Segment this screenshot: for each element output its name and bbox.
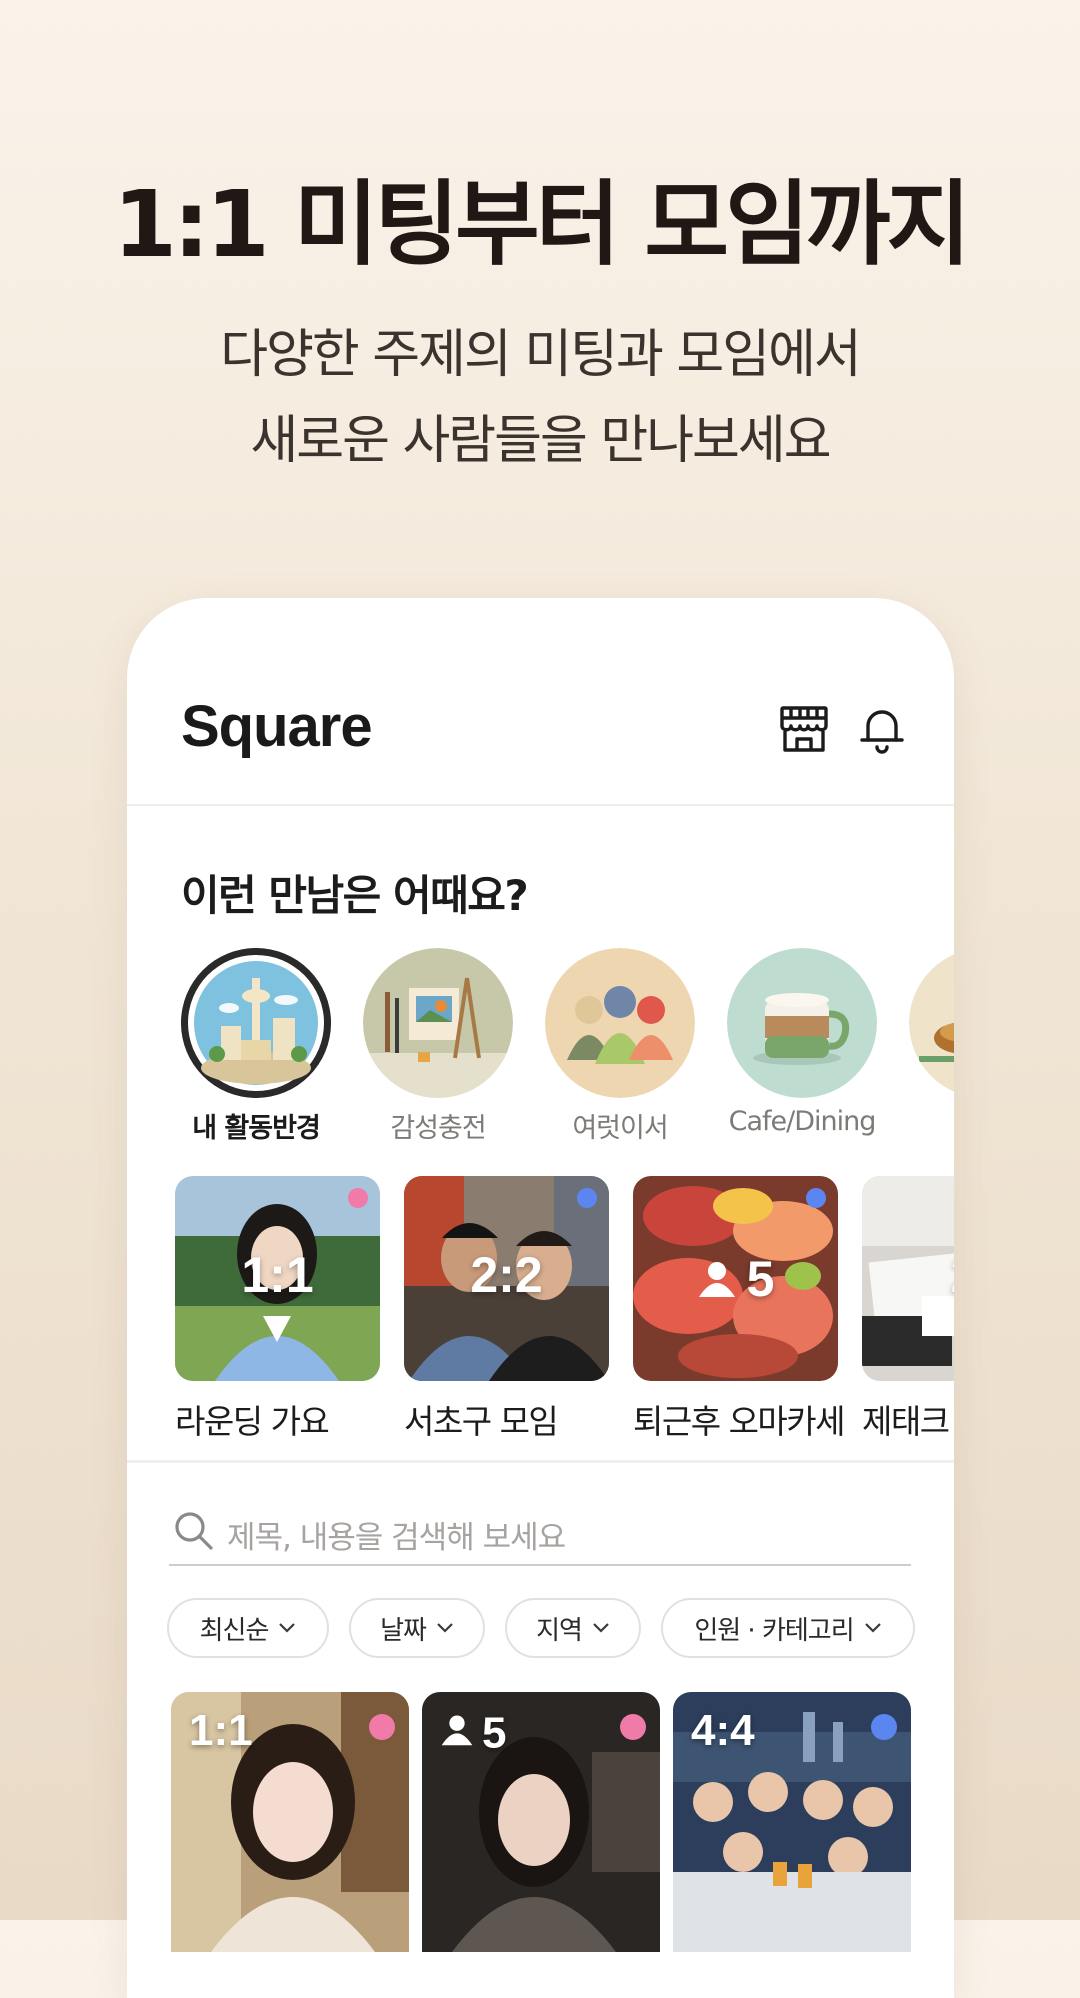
category-label: 빈	[909, 1106, 954, 1145]
suggest-title: 이런 만남은 어때요?	[181, 871, 529, 920]
meeting-status-dot	[348, 1188, 368, 1208]
category-label: Cafe/Dining	[728, 1106, 877, 1137]
person-icon	[697, 1259, 737, 1299]
category-label: 감성충전	[390, 1113, 486, 1144]
meeting-title: 퇴근후 오마카세	[633, 1402, 846, 1441]
people-icon	[545, 948, 695, 1098]
card-status-dot	[871, 1714, 897, 1740]
category-item-emotional[interactable]: 감성충전	[363, 948, 513, 1145]
search-icon	[173, 1510, 215, 1556]
meeting-title: 라운딩 가요	[175, 1402, 330, 1441]
card-badge: 1:1	[189, 1706, 253, 1755]
easel-icon	[363, 948, 513, 1098]
category-label: 여럿이서	[572, 1113, 668, 1144]
section-divider	[127, 1460, 954, 1463]
filter-date[interactable]: 날짜	[349, 1598, 485, 1658]
meeting-image: 1:1	[175, 1176, 380, 1381]
category-item-cafe[interactable]: Cafe/Dining	[727, 948, 877, 1137]
meeting-card[interactable]: 2 제태크	[862, 1176, 954, 1443]
grid-card[interactable]: 4:4	[673, 1692, 911, 1952]
chevron-down-icon	[279, 1623, 296, 1633]
meeting-status-dot	[806, 1188, 826, 1208]
filter-label: 날짜	[380, 1615, 427, 1646]
filter-region[interactable]: 지역	[505, 1598, 641, 1658]
category-row: 내 활동반경 감성충전 여럿이서 Cafe/Dining	[181, 948, 954, 1148]
card-status-dot	[620, 1714, 646, 1740]
meeting-image: 2	[862, 1176, 954, 1381]
meeting-status-dot	[577, 1188, 597, 1208]
card-badge: 4:4	[691, 1706, 755, 1755]
meeting-title: 서초구 모임	[404, 1402, 559, 1441]
store-icon[interactable]	[777, 702, 831, 756]
filter-label: 지역	[536, 1615, 583, 1646]
meeting-title: 제태크	[862, 1402, 950, 1441]
category-label: 내 활동반경	[192, 1113, 321, 1144]
chevron-down-icon	[437, 1623, 453, 1633]
category-item-group[interactable]: 여럿이서	[545, 948, 695, 1145]
search-bar[interactable]: 제목, 내용을 검색해 보세요	[169, 1502, 911, 1566]
bell-icon[interactable]	[855, 702, 909, 756]
coffee-cup-icon	[727, 948, 877, 1098]
meeting-badge: 1:1	[241, 1247, 314, 1303]
meeting-grid: 1:1 5 4:4	[171, 1692, 931, 1992]
meeting-badge: 2	[862, 1246, 954, 1304]
meeting-badge-count: 5	[746, 1250, 775, 1307]
meeting-badge: 2:2	[470, 1247, 543, 1303]
card-badge-count: 5	[482, 1708, 507, 1758]
person-icon	[440, 1708, 474, 1758]
promo-subline-line-2: 새로운 사람들을 만나보세요	[250, 411, 831, 471]
chevron-down-icon	[593, 1623, 609, 1633]
category-item-nearby[interactable]: 내 활동반경	[181, 948, 331, 1145]
grid-card[interactable]: 1:1	[171, 1692, 409, 1952]
filter-people-category[interactable]: 인원 · 카테고리	[661, 1598, 915, 1658]
meeting-card[interactable]: 2:2 서초구 모임	[404, 1176, 609, 1443]
filter-row: 최신순 날짜 지역 인원 · 카테고리	[167, 1598, 947, 1662]
category-item-bread[interactable]: 빈	[909, 948, 954, 1145]
promo-subline: 다양한 주제의 미팅과 모임에서 새로운 사람들을 만나보세요	[0, 312, 1080, 484]
meeting-badge: 5	[633, 1246, 838, 1308]
bread-icon	[909, 948, 954, 1098]
card-badge: 5	[440, 1706, 506, 1758]
promo-subline-line-1: 다양한 주제의 미팅과 모임에서	[220, 325, 862, 385]
app-title: Square	[181, 694, 373, 759]
meeting-card[interactable]: 5 퇴근후 오마카세	[633, 1176, 846, 1443]
filter-label: 인원 · 카테고리	[694, 1615, 854, 1646]
meeting-row: 1:1 라운딩 가요 2:2 서초구 모임 5 퇴근후 오마카세 제태크	[175, 1176, 954, 1441]
meeting-card[interactable]: 1:1 라운딩 가요	[175, 1176, 380, 1443]
meeting-image: 2:2	[404, 1176, 609, 1381]
filter-label: 최신순	[199, 1615, 270, 1646]
search-input[interactable]: 제목, 내용을 검색해 보세요	[227, 1512, 566, 1557]
card-status-dot	[369, 1714, 395, 1740]
app-bar: Square	[127, 598, 954, 806]
promo-headline: 1:1 미팅부터 모임까지	[113, 171, 971, 278]
filter-sort[interactable]: 최신순	[167, 1598, 329, 1658]
phone-screen: Square 이런 만남은 어때요? 내 활동반경 감성충전 여럿이서 Cafe…	[127, 598, 954, 1998]
city-icon	[181, 948, 331, 1098]
grid-card[interactable]: 5	[422, 1692, 660, 1952]
chevron-down-icon	[864, 1623, 881, 1633]
meeting-image: 5	[633, 1176, 838, 1381]
